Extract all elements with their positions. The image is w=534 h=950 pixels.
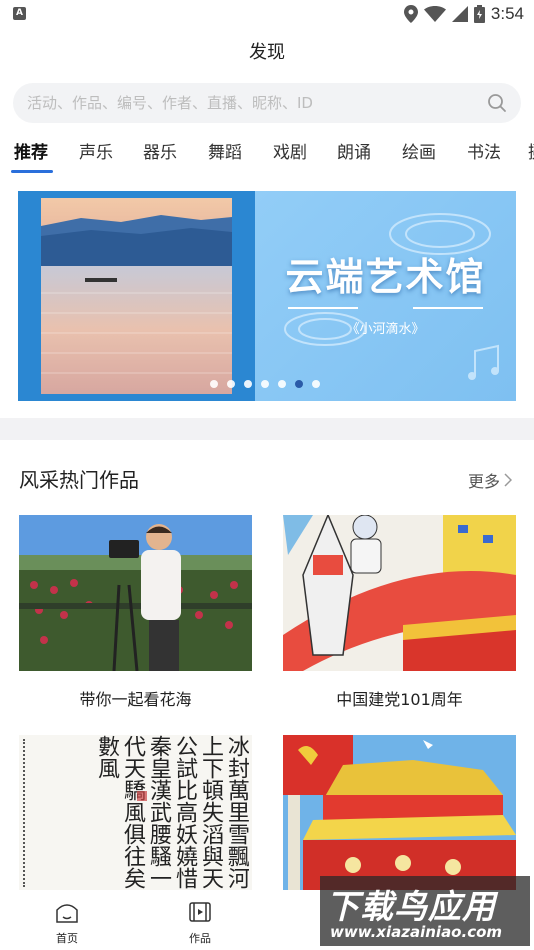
music-note-icon [468, 344, 499, 380]
tab-painting[interactable]: 绘画 [402, 140, 436, 170]
battery-icon [473, 5, 485, 23]
nav-home[interactable]: 首页 [37, 900, 97, 946]
category-tabs: 推荐 声乐 器乐 舞蹈 戏剧 朗诵 绘画 书法 摄 [0, 140, 534, 176]
divider [413, 307, 483, 309]
status-time: 3:54 [490, 4, 524, 23]
tab-recommend[interactable]: 推荐 [14, 140, 48, 170]
location-icon [403, 5, 418, 23]
tab-dance[interactable]: 舞蹈 [208, 140, 242, 170]
more-label: 更多 [467, 472, 500, 491]
status-bar: A 3:54 [0, 0, 534, 28]
banner-carousel[interactable]: 云端艺术馆 《小河滴水》 [18, 191, 516, 401]
tab-recitation[interactable]: 朗诵 [337, 140, 371, 170]
search-input[interactable] [27, 83, 477, 123]
tab-calligraphy[interactable]: 书法 [467, 140, 501, 170]
section-separator [0, 418, 534, 440]
work-card[interactable]: 带你一起看花海 [19, 515, 252, 710]
wifi-icon [423, 6, 446, 22]
calligraphy-text: 冰封萬里雪飄河上下頓失滔與天公試比高妖嬈惜秦皇漢武腰騷一代天驕風俱往矣數風 [94, 735, 249, 889]
calligraphy-signature [23, 739, 37, 887]
active-tab-indicator [11, 170, 53, 173]
work-title: 带你一起看花海 [79, 690, 192, 709]
banner-title: 云端艺术馆 [285, 254, 486, 299]
section-title: 风采热门作品 [19, 468, 139, 492]
more-link[interactable]: 更多 [468, 468, 512, 492]
carousel-dot[interactable] [261, 380, 269, 388]
nav-home-label: 首页 [56, 932, 78, 945]
work-title: 中国建党101周年 [336, 690, 463, 709]
signal-icon [451, 6, 468, 22]
tab-drama[interactable]: 戏剧 [273, 140, 307, 170]
carousel-dot-active[interactable] [295, 380, 303, 388]
search-bar[interactable] [13, 83, 521, 123]
carousel-dot[interactable] [227, 380, 235, 388]
work-thumbnail[interactable]: 冰封萬里雪飄河上下頓失滔與天公試比高妖嬈惜秦皇漢武腰騷一代天驕風俱往矣數風 [19, 735, 252, 891]
carousel-dot[interactable] [244, 380, 252, 388]
tab-instrumental[interactable]: 器乐 [143, 140, 177, 170]
nav-works[interactable]: 作品 [170, 900, 230, 946]
watermark: 下载鸟应用 www.xiazainiao.com [320, 876, 530, 946]
seal-stamp [137, 791, 147, 801]
work-thumbnail[interactable] [283, 515, 516, 671]
carousel-dot[interactable] [312, 380, 320, 388]
work-card[interactable] [283, 735, 516, 891]
notification-icon: A [13, 7, 26, 20]
carousel-dots [210, 380, 320, 388]
film-icon [189, 902, 211, 922]
work-card[interactable]: 中国建党101周年 [283, 515, 516, 710]
work-card[interactable]: 冰封萬里雪飄河上下頓失滔與天公試比高妖嬈惜秦皇漢武腰騷一代天驕風俱往矣數風 [19, 735, 252, 891]
work-thumbnail[interactable] [19, 515, 252, 671]
watermark-url: www.xiazainiao.com [330, 923, 503, 941]
banner-subtitle: 《小河滴水》 [346, 322, 425, 337]
status-icons: 3:54 [403, 3, 524, 25]
carousel-dot[interactable] [210, 380, 218, 388]
search-icon[interactable] [487, 93, 507, 113]
banner-right-panel: 云端艺术馆 《小河滴水》 [255, 191, 516, 401]
tab-vocal[interactable]: 声乐 [79, 140, 113, 170]
chevron-right-icon [504, 473, 512, 487]
divider [288, 307, 358, 309]
banner-lake-photo [41, 198, 232, 394]
carousel-dot[interactable] [278, 380, 286, 388]
home-icon [56, 904, 78, 923]
watermark-title: 下载鸟应用 [326, 887, 496, 926]
work-thumbnail[interactable] [283, 735, 516, 891]
banner-left-panel [18, 191, 255, 401]
page-title: 发现 [249, 42, 285, 63]
tab-photography[interactable]: 摄 [528, 140, 534, 170]
nav-works-label: 作品 [189, 932, 211, 945]
